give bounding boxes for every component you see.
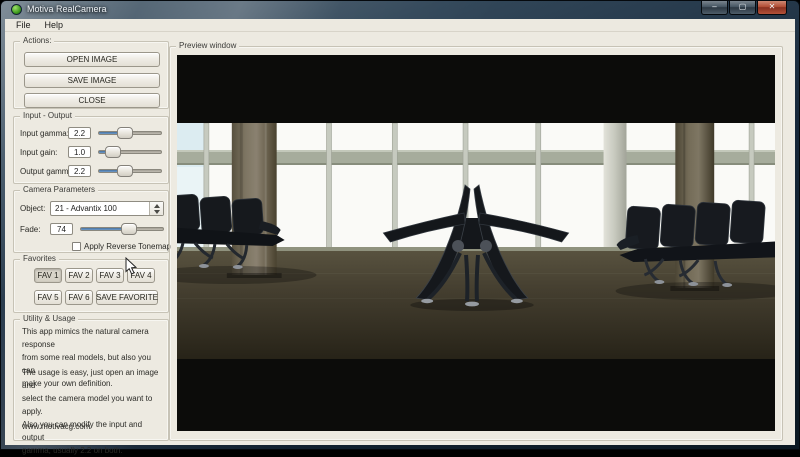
preview-group-title: Preview window (176, 41, 239, 50)
input-gain-slider[interactable] (98, 150, 162, 154)
input-output-group-title: Input - Output (20, 111, 75, 120)
object-label: Object: (20, 204, 45, 213)
client-area: Actions: OPEN IMAGE SAVE IMAGE CLOSE Inp… (5, 32, 795, 445)
save-favorite-button[interactable]: SAVE FAVORITE (96, 290, 158, 305)
reverse-tonemap-checkbox[interactable] (72, 242, 81, 251)
favorites-group: Favorites FAV 1 FAV 2 FAV 3 FAV 4 FAV 5 … (13, 259, 169, 313)
utility-usage-group: Utility & Usage This app mimics the natu… (13, 319, 169, 441)
input-gamma-slider-handle[interactable] (117, 127, 133, 139)
camera-object-value: 21 - Advantix 100 (55, 204, 117, 213)
camera-object-select[interactable]: 21 - Advantix 100 (50, 201, 164, 216)
title-bar[interactable]: Motiva RealCamera – ▢ ✕ (1, 1, 799, 19)
reverse-tonemap-label: Apply Reverse Tonemap (84, 242, 171, 251)
save-image-button[interactable]: SAVE IMAGE (24, 73, 160, 88)
close-window-button[interactable]: ✕ (757, 1, 787, 15)
input-gamma-label: Input gamma: (20, 129, 69, 138)
app-window: Motiva RealCamera – ▢ ✕ File Help Action… (0, 0, 800, 450)
maximize-button[interactable]: ▢ (729, 1, 756, 15)
spinner-arrows-icon[interactable] (149, 202, 163, 215)
output-gamma-value[interactable]: 2.2 (68, 165, 91, 177)
input-gain-value[interactable]: 1.0 (68, 146, 91, 158)
input-output-group: Input - Output Input gamma: 2.2 Input ga… (13, 116, 169, 184)
output-gamma-slider[interactable] (98, 169, 162, 173)
actions-group: Actions: OPEN IMAGE SAVE IMAGE CLOSE (13, 41, 169, 109)
fav1-button[interactable]: FAV 1 (34, 268, 62, 283)
input-gain-label: Input gain: (20, 148, 57, 157)
fav3-button[interactable]: FAV 3 (96, 268, 124, 283)
favorites-group-title: Favorites (20, 254, 59, 263)
input-gamma-value[interactable]: 2.2 (68, 127, 91, 139)
open-image-button[interactable]: OPEN IMAGE (24, 52, 160, 67)
mouse-cursor (125, 257, 137, 275)
fade-slider-handle[interactable] (121, 223, 137, 235)
preview-screen[interactable] (177, 55, 775, 431)
window-title: Motiva RealCamera (27, 4, 107, 14)
fav5-button[interactable]: FAV 5 (34, 290, 62, 305)
preview-group: Preview window (169, 46, 783, 441)
output-gamma-label: Output gamma: (20, 167, 75, 176)
website-link[interactable]: www.motivacg.com (22, 420, 90, 433)
menu-bar: File Help (5, 19, 795, 32)
utility-usage-group-title: Utility & Usage (20, 314, 78, 323)
fade-slider[interactable] (80, 227, 164, 231)
input-gain-slider-handle[interactable] (105, 146, 121, 158)
fav6-button[interactable]: FAV 6 (65, 290, 93, 305)
camera-parameters-group: Camera Parameters Object: 21 - Advantix … (13, 190, 169, 253)
app-icon (11, 4, 22, 15)
minimize-button[interactable]: – (701, 1, 728, 15)
utility-paragraph-2: The usage is easy, just open an image an… (22, 366, 166, 457)
fav2-button[interactable]: FAV 2 (65, 268, 93, 283)
close-button[interactable]: CLOSE (24, 93, 160, 108)
preview-render (177, 123, 775, 359)
menu-help[interactable]: Help (38, 20, 71, 30)
fade-value[interactable]: 74 (50, 223, 73, 235)
output-gamma-slider-handle[interactable] (117, 165, 133, 177)
camera-parameters-group-title: Camera Parameters (20, 185, 98, 194)
input-gamma-slider[interactable] (98, 131, 162, 135)
fade-label: Fade: (20, 225, 40, 234)
actions-group-title: Actions: (20, 36, 54, 45)
menu-file[interactable]: File (9, 20, 38, 30)
airport-render-image (177, 123, 775, 359)
